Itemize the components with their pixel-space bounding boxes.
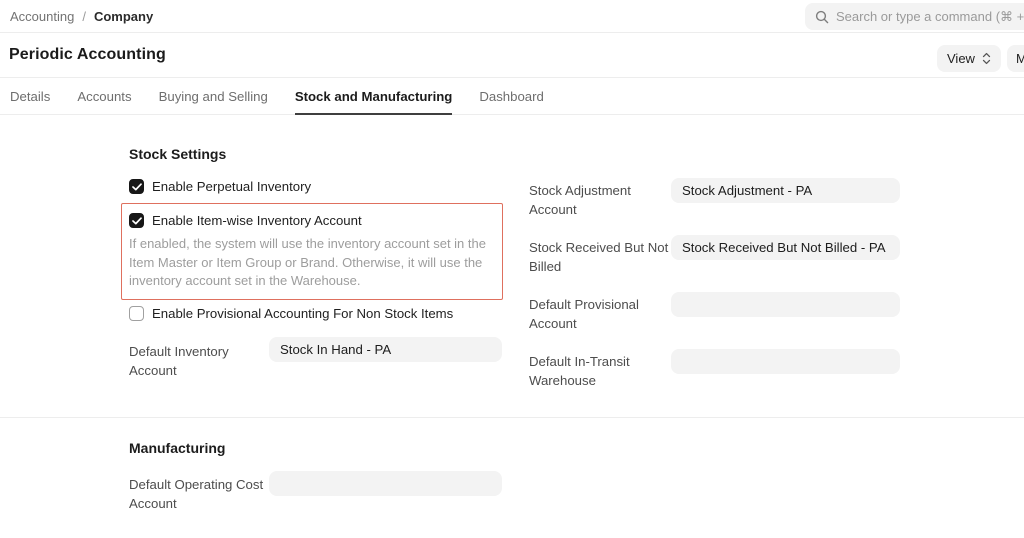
breadcrumb-accounting[interactable]: Accounting <box>10 9 74 24</box>
default-in-transit-warehouse-label: Default In-Transit Warehouse <box>529 353 674 390</box>
menu-button-label: M <box>1016 51 1024 66</box>
tab-stock-and-manufacturing[interactable]: Stock and Manufacturing <box>295 78 453 114</box>
chevron-updown-icon <box>982 52 991 65</box>
app-window: Accounting / Company Periodic Accounting… <box>0 0 1024 538</box>
checkbox-row-enable-item-wise-inventory-account[interactable]: Enable Item-wise Inventory Account <box>129 213 362 228</box>
stock-adjustment-account-label: Stock Adjustment Account <box>529 182 674 219</box>
search-input[interactable] <box>836 9 1024 24</box>
item-wise-inventory-description: If enabled, the system will use the inve… <box>129 235 503 291</box>
top-bar: Accounting / Company <box>0 0 1024 33</box>
breadcrumb-company[interactable]: Company <box>94 9 153 24</box>
stock-settings-heading: Stock Settings <box>129 146 226 162</box>
checkbox-label: Enable Perpetual Inventory <box>152 179 311 194</box>
breadcrumb: Accounting / Company <box>10 9 153 24</box>
tab-details[interactable]: Details <box>10 78 50 114</box>
checkbox-row-enable-perpetual-inventory[interactable]: Enable Perpetual Inventory <box>129 179 311 194</box>
default-provisional-account-label: Default Provisional Account <box>529 296 674 333</box>
default-provisional-account-input[interactable] <box>671 292 900 317</box>
checkbox-enable-provisional-accounting[interactable] <box>129 306 144 321</box>
section-divider <box>0 417 1024 418</box>
checkbox-label: Enable Provisional Accounting For Non St… <box>152 306 453 321</box>
checkbox-enable-item-wise-inventory-account[interactable] <box>129 213 144 228</box>
title-bar: Periodic Accounting View M <box>0 33 1024 78</box>
view-button[interactable]: View <box>937 45 1001 72</box>
view-button-label: View <box>947 51 975 66</box>
breadcrumb-separator: / <box>82 9 86 24</box>
checkbox-label: Enable Item-wise Inventory Account <box>152 213 362 228</box>
stock-received-but-not-billed-label: Stock Received But Not Billed <box>529 239 674 276</box>
checkmark-icon <box>132 183 142 191</box>
tabs-bar: Details Accounts Buying and Selling Stoc… <box>0 78 1024 115</box>
default-operating-cost-account-input[interactable] <box>269 471 502 496</box>
search-icon <box>815 10 829 24</box>
default-operating-cost-account-label: Default Operating Cost Account <box>129 476 269 513</box>
checkmark-icon <box>132 217 142 225</box>
checkbox-enable-perpetual-inventory[interactable] <box>129 179 144 194</box>
default-inventory-account-input[interactable]: Stock In Hand - PA <box>269 337 502 362</box>
stock-adjustment-account-input[interactable]: Stock Adjustment - PA <box>671 178 900 203</box>
tab-accounts[interactable]: Accounts <box>77 78 131 114</box>
global-search[interactable] <box>805 3 1024 30</box>
tab-buying-and-selling[interactable]: Buying and Selling <box>159 78 268 114</box>
manufacturing-heading: Manufacturing <box>129 440 225 456</box>
tab-dashboard[interactable]: Dashboard <box>479 78 544 114</box>
checkbox-row-enable-provisional-accounting[interactable]: Enable Provisional Accounting For Non St… <box>129 306 453 321</box>
default-in-transit-warehouse-input[interactable] <box>671 349 900 374</box>
menu-button[interactable]: M <box>1007 45 1024 72</box>
default-inventory-account-label: Default Inventory Account <box>129 343 264 380</box>
page-title: Periodic Accounting <box>9 46 166 64</box>
stock-received-but-not-billed-input[interactable]: Stock Received But Not Billed - PA <box>671 235 900 260</box>
